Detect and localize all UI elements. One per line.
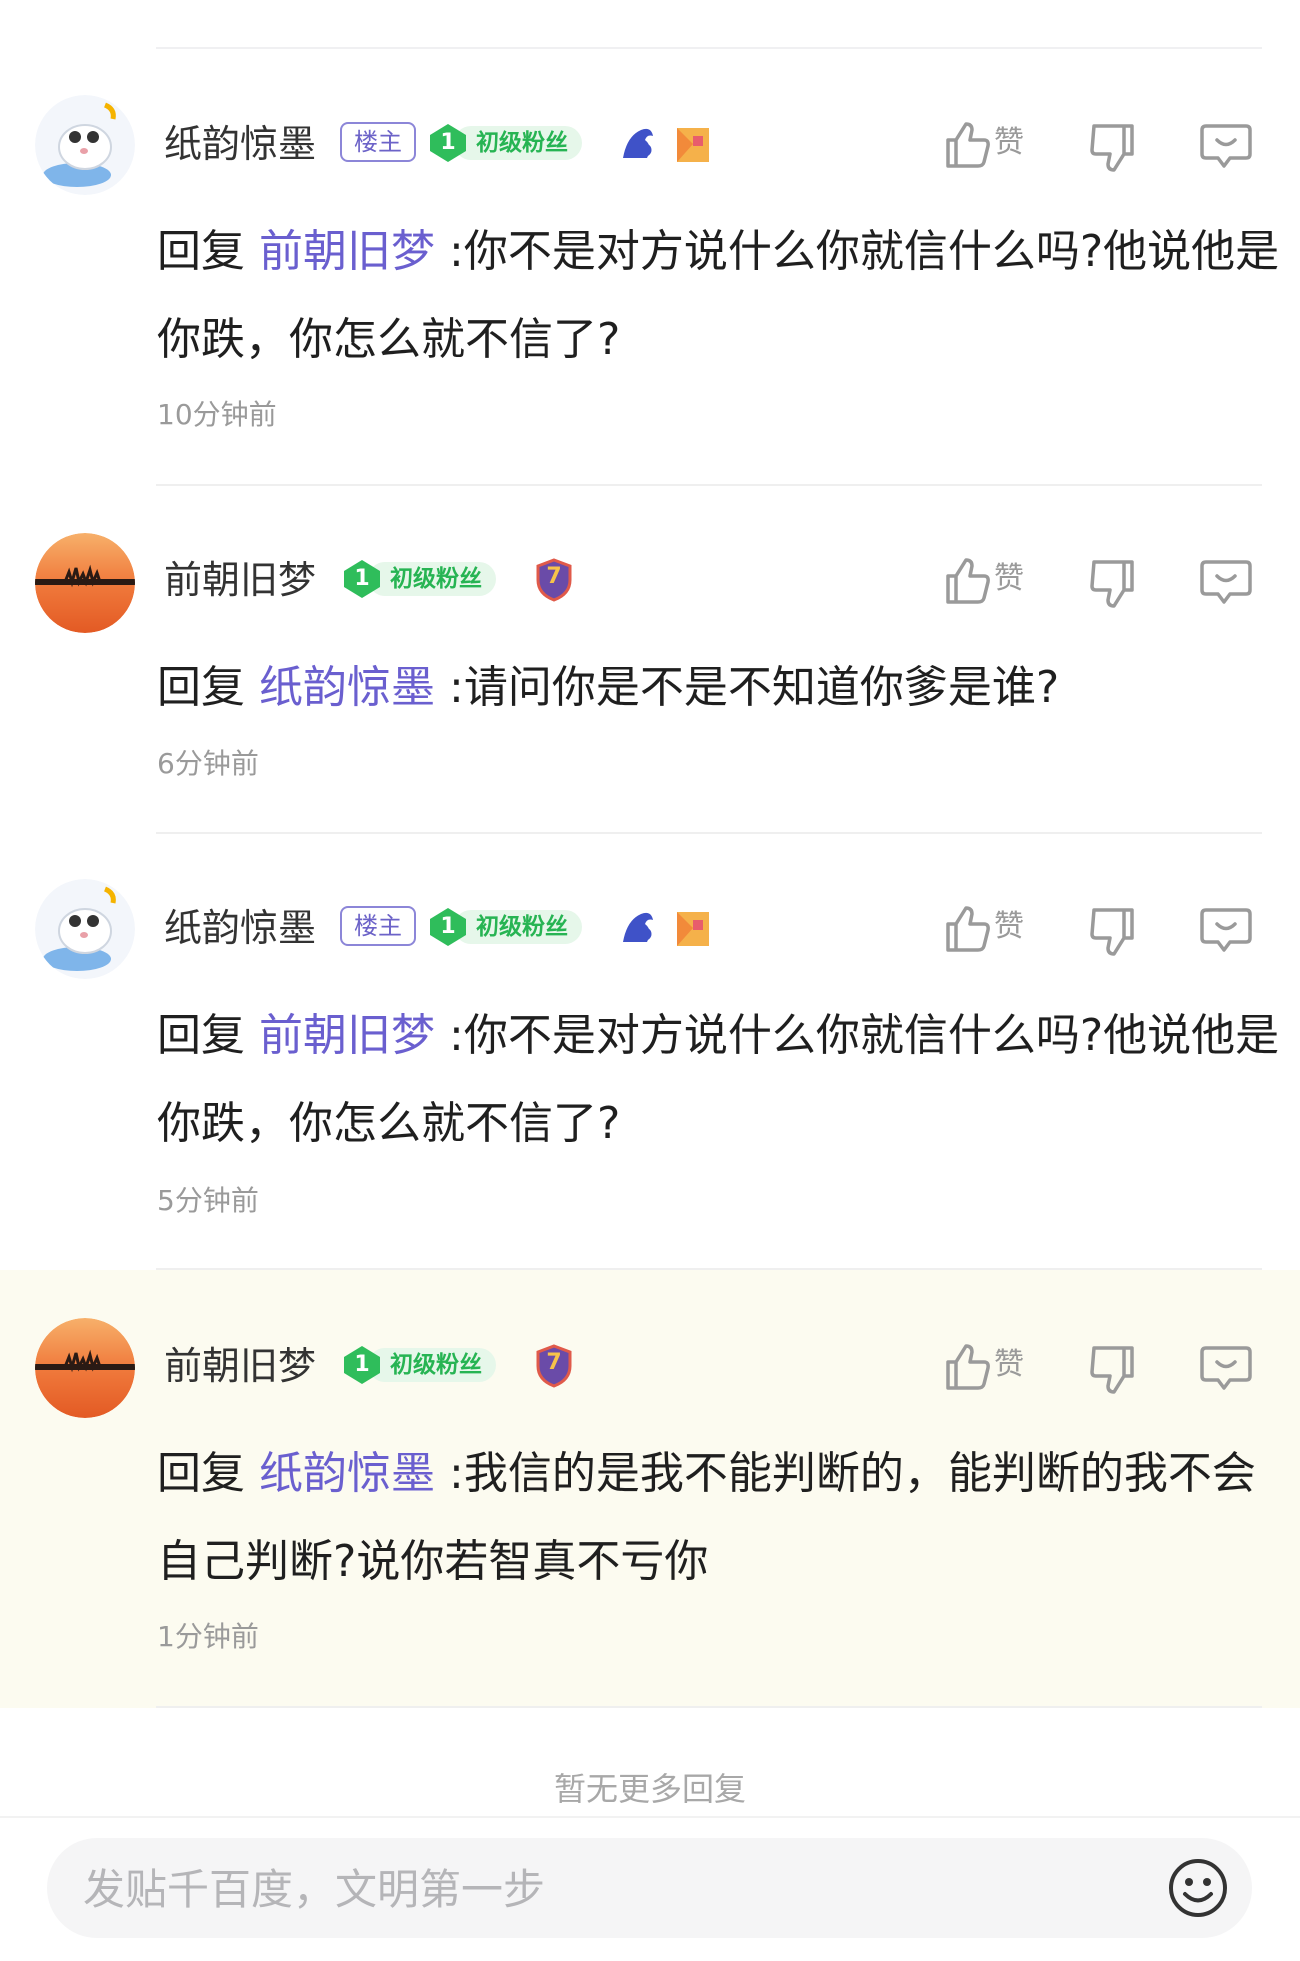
avatar[interactable] [35,879,135,979]
like-label[interactable]: 赞 [994,907,1024,947]
reply-prefix: 回复 [157,226,245,277]
dislike-icon[interactable] [1084,904,1140,960]
timestamp: 5分钟前 [157,1184,259,1217]
comment-input[interactable] [81,1838,1125,1940]
reply-prefix: 回复 [157,662,245,713]
dislike-icon[interactable] [1084,120,1140,176]
top-divider [156,47,1262,49]
medal-icon [677,128,709,162]
reply-icon[interactable] [1198,1338,1254,1394]
reply-icon[interactable] [1198,552,1254,608]
username[interactable]: 纸韵惊墨 [164,119,316,169]
divider [156,1706,1262,1708]
fan-level: 1 [354,566,370,591]
reply-body: 回复 前朝旧梦 :你不是对方说什么你就信什么吗?他说他是你跌，你怎么就不信了? [157,208,1280,384]
mention-link[interactable]: 纸韵惊墨 [259,1448,435,1499]
reply-item: 纸韵惊墨 楼主 初级粉丝 1 赞 回复 前朝旧梦 :你不是对方说什么你就信什么吗… [0,50,1300,486]
mention-link[interactable]: 前朝旧梦 [259,1010,435,1061]
fan-label: 初级粉丝 [368,1348,496,1382]
owner-badge: 楼主 [340,906,416,946]
reply-icon[interactable] [1198,900,1254,956]
reply-item: 前朝旧梦 初级粉丝 1 7 赞 回复 纸韵惊墨 :我信的是我不能判断的，能判断的… [0,1270,1300,1708]
username[interactable]: 前朝旧梦 [164,1341,316,1391]
no-more-replies: 暂无更多回复 [553,1770,746,1808]
fan-label: 初级粉丝 [368,562,496,596]
level-number: 7 [546,564,562,589]
reply-prefix: 回复 [157,1010,245,1061]
reply-body: 回复 前朝旧梦 :你不是对方说什么你就信什么吗?他说他是你跌，你怎么就不信了? [157,992,1280,1168]
timestamp: 1分钟前 [157,1620,259,1653]
timestamp: 6分钟前 [157,747,259,780]
like-label[interactable]: 赞 [994,559,1024,599]
mention-link[interactable]: 前朝旧梦 [259,226,435,277]
dislike-icon[interactable] [1084,1342,1140,1398]
medal-icon [677,912,709,946]
like-icon[interactable] [938,552,994,608]
reply-text: :请问你是不是不知道你爹是谁? [449,662,1060,713]
reply-body: 回复 纸韵惊墨 :请问你是不是不知道你爹是谁? [157,644,1280,732]
owner-badge: 楼主 [340,122,416,162]
timestamp: 10分钟前 [157,398,277,431]
like-icon[interactable] [938,116,994,172]
reply-prefix: 回复 [157,1448,245,1499]
dislike-icon[interactable] [1084,556,1140,612]
level-badge: 7 [534,558,574,602]
username[interactable]: 纸韵惊墨 [164,903,316,953]
username[interactable]: 前朝旧梦 [164,555,316,605]
like-icon[interactable] [938,1338,994,1394]
fan-label: 初级粉丝 [454,126,582,160]
input-bar-divider [0,1816,1300,1818]
comment-input-bar [47,1838,1252,1940]
avatar[interactable] [35,95,135,195]
emoji-icon[interactable] [1166,1856,1230,1920]
avatar[interactable] [35,1318,135,1418]
reply-item: 前朝旧梦 初级粉丝 1 7 赞 回复 纸韵惊墨 :请问你是不是不知道你爹是谁? … [0,486,1300,834]
like-label[interactable]: 赞 [994,123,1024,163]
mention-link[interactable]: 纸韵惊墨 [259,662,435,713]
fan-level: 1 [440,914,456,939]
reply-body: 回复 纸韵惊墨 :我信的是我不能判断的，能判断的我不会自己判断?说你若智真不亏你 [157,1430,1280,1606]
like-icon[interactable] [938,900,994,956]
zodiac-icon [623,912,653,942]
like-label[interactable]: 赞 [994,1345,1024,1385]
avatar[interactable] [35,533,135,633]
level-badge: 7 [534,1344,574,1388]
reply-item: 纸韵惊墨 楼主 初级粉丝 1 赞 回复 前朝旧梦 :你不是对方说什么你就信什么吗… [0,834,1300,1270]
fan-level: 1 [354,1352,370,1377]
fan-level: 1 [440,130,456,155]
reply-icon[interactable] [1198,116,1254,172]
level-number: 7 [546,1350,562,1375]
zodiac-icon [623,128,653,158]
fan-label: 初级粉丝 [454,910,582,944]
